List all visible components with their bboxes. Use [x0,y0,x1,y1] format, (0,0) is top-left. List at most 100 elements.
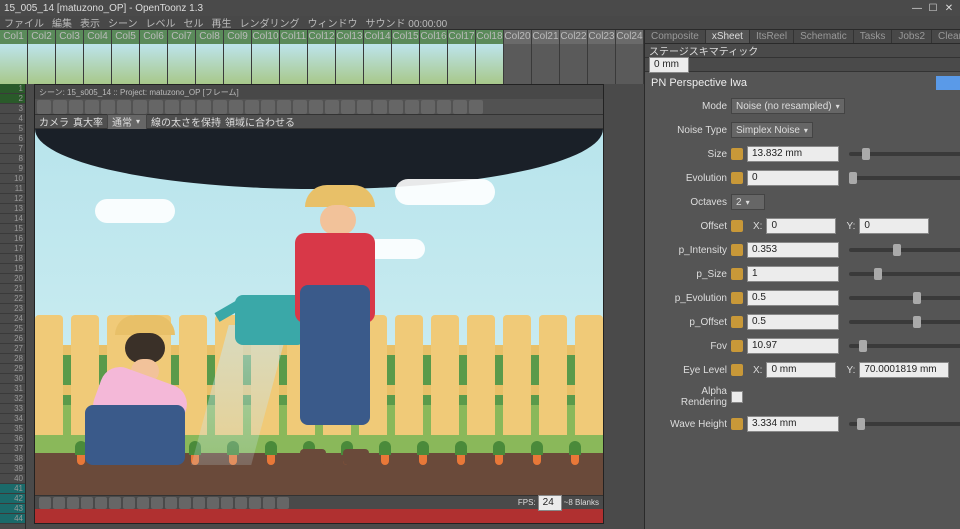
frame-number[interactable]: 41 [0,484,25,494]
p-offset-slider[interactable] [849,314,960,330]
frame-number[interactable]: 8 [0,154,25,164]
tab-tasks[interactable]: Tasks [854,30,893,43]
maximize-button[interactable]: ☐ [926,2,940,14]
tab-schematic[interactable]: Schematic [794,30,854,43]
offset-y-input[interactable]: 0 [859,218,929,234]
frame-number[interactable]: 34 [0,414,25,424]
column-header[interactable]: Col8 [196,30,224,44]
play-control-icon[interactable] [151,497,163,509]
column-thumb[interactable] [364,44,392,84]
column-thumb[interactable] [616,44,644,84]
frame-number[interactable]: 9 [0,164,25,174]
tool-icon[interactable] [469,100,483,114]
lock-icon[interactable] [731,148,743,160]
column-header[interactable]: Col2 [28,30,56,44]
play-control-icon[interactable] [123,497,135,509]
tool-icon[interactable] [421,100,435,114]
frame-number[interactable]: 29 [0,364,25,374]
frame-number[interactable]: 3 [0,104,25,114]
p-evolution-input[interactable]: 0.5 [747,290,839,306]
play-control-icon[interactable] [263,497,275,509]
lock-icon[interactable] [731,268,743,280]
frame-number[interactable]: 36 [0,434,25,444]
tab-cleanup[interactable]: Cleanup [932,30,960,43]
frame-number[interactable]: 33 [0,404,25,414]
tool-icon[interactable] [181,100,195,114]
frame-number[interactable]: 38 [0,454,25,464]
tool-icon[interactable] [357,100,371,114]
offset-x-input[interactable]: 0 [766,218,836,234]
play-control-icon[interactable] [109,497,121,509]
frame-number[interactable]: 42 [0,494,25,504]
menu-edit[interactable]: 編集 [52,15,72,30]
column-header[interactable]: Col17 [448,30,476,44]
tool-icon[interactable] [453,100,467,114]
frame-number[interactable]: 26 [0,334,25,344]
tool-icon[interactable] [341,100,355,114]
column-header[interactable]: Col6 [140,30,168,44]
tool-icon[interactable] [37,100,51,114]
column-thumb[interactable] [504,44,532,84]
p-size-slider[interactable] [849,266,960,282]
eye-level-x-input[interactable]: 0 mm [766,362,836,378]
tab-composite[interactable]: Composite [645,30,706,43]
frame-number[interactable]: 1 [0,84,25,94]
noise-type-select[interactable]: Simplex Noise [731,122,813,138]
column-header[interactable]: Col21 [532,30,560,44]
lock-icon[interactable] [731,364,743,376]
wave-height-slider[interactable] [849,416,960,432]
lock-icon[interactable] [731,292,743,304]
menu-cell[interactable]: セル [184,15,204,30]
frame-number[interactable]: 32 [0,394,25,404]
frame-number[interactable]: 31 [0,384,25,394]
frame-number[interactable]: 40 [0,474,25,484]
column-thumb[interactable] [224,44,252,84]
column-thumb[interactable] [280,44,308,84]
p-evolution-slider[interactable] [849,290,960,306]
play-control-icon[interactable] [221,497,233,509]
column-header[interactable]: Col13 [336,30,364,44]
frame-number[interactable]: 22 [0,294,25,304]
frame-number[interactable]: 14 [0,214,25,224]
menu-view[interactable]: 表示 [80,15,100,30]
frame-number[interactable]: 4 [0,114,25,124]
column-thumb[interactable] [168,44,196,84]
frame-number[interactable]: 24 [0,314,25,324]
column-header[interactable]: Col14 [364,30,392,44]
play-control-icon[interactable] [165,497,177,509]
evolution-input[interactable]: 0 [747,170,839,186]
column-thumb[interactable] [420,44,448,84]
fov-input[interactable]: 10.97 [747,338,839,354]
frame-number[interactable]: 12 [0,194,25,204]
zoom-field[interactable]: 0 mm [649,57,689,73]
play-control-icon[interactable] [39,497,51,509]
timeline-scrubber[interactable] [35,509,603,523]
column-thumb[interactable] [84,44,112,84]
eye-level-y-input[interactable]: 70.0001819 mm [859,362,949,378]
frame-number[interactable]: 17 [0,244,25,254]
p-offset-input[interactable]: 0.5 [747,314,839,330]
column-thumb[interactable] [532,44,560,84]
tool-icon[interactable] [245,100,259,114]
tool-icon[interactable] [165,100,179,114]
tool-icon[interactable] [197,100,211,114]
column-thumb[interactable] [0,44,28,84]
frame-number[interactable]: 7 [0,144,25,154]
column-header[interactable]: Col9 [224,30,252,44]
column-thumb[interactable] [28,44,56,84]
tab-xsheet[interactable]: xSheet [706,30,750,43]
tool-icon[interactable] [325,100,339,114]
lock-icon[interactable] [731,244,743,256]
frame-number[interactable]: 21 [0,284,25,294]
p-intensity-slider[interactable] [849,242,960,258]
play-control-icon[interactable] [81,497,93,509]
column-header[interactable]: Col20 [504,30,532,44]
play-control-icon[interactable] [207,497,219,509]
frame-column[interactable]: 1234567891011121314151617181920212223242… [0,84,26,529]
frame-number[interactable]: 23 [0,304,25,314]
frame-number[interactable]: 10 [0,174,25,184]
tool-icon[interactable] [261,100,275,114]
column-header[interactable]: Col16 [420,30,448,44]
fps-input[interactable]: 24 [538,495,562,511]
fov-slider[interactable] [849,338,960,354]
